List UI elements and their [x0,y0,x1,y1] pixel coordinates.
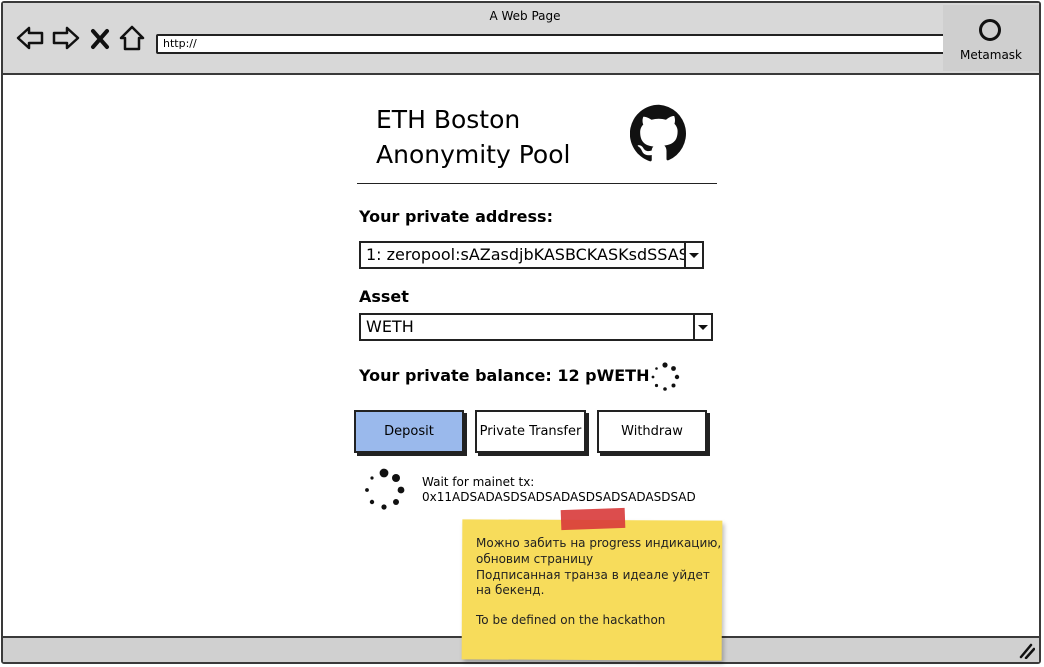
page-title-line2: Anonymity Pool [376,140,571,169]
note-line-4: на бекенд. [476,583,545,597]
close-icon[interactable] [89,23,111,53]
asset-label: Asset [359,287,409,306]
private-balance: Your private balance: 12 pWETH [359,366,650,385]
sticky-note-tape [560,507,626,531]
page-title: ETH Boston Anonymity Pool [376,102,570,172]
window-title: A Web Page [489,9,561,23]
address-select-value: 1: zeropool:sAZasdjbKASBCKASKsdSSASD [366,245,686,264]
browser-toolbar: A Web Page http:// Metamask [3,3,1039,75]
metamask-extension[interactable]: Metamask [943,5,1039,71]
back-arrow-icon[interactable] [15,23,45,53]
url-field[interactable]: http:// [156,34,965,54]
private-transfer-button[interactable]: Private Transfer [475,410,586,453]
asset-select-value: WETH [366,317,414,336]
asset-select[interactable]: WETH [359,313,713,341]
note-line-1: Можно забить на progress индикацию, [476,536,722,550]
page-title-line1: ETH Boston [376,105,521,134]
metamask-icon[interactable] [979,19,1001,41]
note-line-5: To be defined on the hackathon [476,613,666,627]
wait-tx-label: Wait for mainet tx: [422,475,535,489]
header-divider [357,183,717,184]
note-line-3: Подписанная транза в идеале уйдет [476,568,710,582]
deposit-button[interactable]: Deposit [354,410,464,453]
loading-spinner-icon [651,362,680,391]
address-select[interactable]: 1: zeropool:sAZasdjbKASBCKASKsdSSASD [359,241,704,269]
home-icon[interactable] [117,23,147,53]
forward-arrow-icon[interactable] [51,23,81,53]
loading-spinner-icon [365,468,405,510]
tx-hash: 0x11ADSADASDSADSADASDSADSADASDSAD [422,490,696,504]
chevron-down-icon[interactable] [684,243,702,267]
note-line-2: обновим страницу [476,552,594,566]
address-label: Your private address: [359,207,553,226]
withdraw-button[interactable]: Withdraw [597,410,707,453]
chevron-down-icon[interactable] [693,315,711,339]
metamask-label: Metamask [959,48,1023,62]
github-icon[interactable] [630,104,688,162]
resize-grip-icon[interactable] [1017,641,1035,659]
